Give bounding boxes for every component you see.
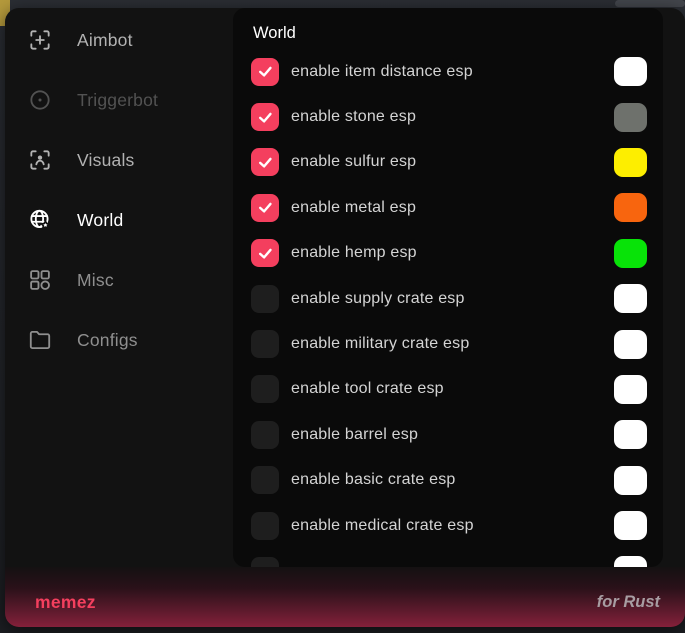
misc-icon [27,267,53,293]
esp-checkbox[interactable] [251,512,279,540]
esp-option-label: enable sulfur esp [291,153,416,171]
esp-color-swatch[interactable] [614,148,647,177]
esp-checkbox[interactable] [251,103,279,131]
esp-color-swatch[interactable] [614,330,647,359]
esp-option-row: enable hemp esp [251,231,647,276]
sidebar: Aimbot Triggerbot Visuals World Misc Con… [5,8,233,566]
sidebar-item-configs[interactable]: Configs [5,310,233,370]
sidebar-item-world[interactable]: World [5,190,233,250]
esp-option-label: enable metal esp [291,199,416,217]
screen: Aimbot Triggerbot Visuals World Misc Con… [0,0,685,633]
aimbot-icon [27,27,53,53]
esp-color-swatch[interactable] [614,239,647,268]
esp-option-row: enable sulfur esp [251,140,647,185]
esp-color-swatch[interactable] [614,284,647,313]
sidebar-item-aimbot[interactable]: Aimbot [5,10,233,70]
footer-tagline: for Rust [597,593,660,612]
sidebar-item-triggerbot[interactable]: Triggerbot [5,70,233,130]
world-icon [27,207,53,233]
esp-option-label: enable tool crate esp [291,380,444,398]
checkmark-icon [257,109,274,126]
esp-checkbox[interactable] [251,239,279,267]
checkmark-icon [257,63,274,80]
esp-checkbox[interactable] [251,466,279,494]
esp-option-row: enable item distance esp [251,49,647,94]
esp-checkbox[interactable] [251,421,279,449]
esp-option-row: enable supply crate esp [251,276,647,321]
visuals-icon [27,147,53,173]
esp-option-row [251,548,647,567]
page-title: World [253,24,647,43]
esp-option-label: enable barrel esp [291,426,418,444]
esp-option-row: enable basic crate esp [251,458,647,503]
esp-option-row: enable metal esp [251,185,647,230]
options-list: enable item distance esp enable stone es… [251,49,647,567]
esp-checkbox[interactable] [251,148,279,176]
esp-color-swatch[interactable] [614,193,647,222]
esp-option-row: enable tool crate esp [251,367,647,412]
sidebar-item-label: Triggerbot [77,90,158,111]
esp-option-label: enable basic crate esp [291,471,456,489]
esp-checkbox[interactable] [251,330,279,358]
esp-color-swatch[interactable] [614,556,647,567]
brand-logo-text: memez [35,592,96,613]
esp-checkbox[interactable] [251,557,279,567]
esp-option-row: enable medical crate esp [251,503,647,548]
esp-option-label: enable stone esp [291,108,416,126]
esp-checkbox[interactable] [251,58,279,86]
background-window-edge [615,0,685,7]
esp-option-row: enable stone esp [251,94,647,139]
sidebar-item-label: Aimbot [77,30,133,51]
sidebar-item-label: Visuals [77,150,135,171]
esp-color-swatch[interactable] [614,466,647,495]
sidebar-item-label: World [77,210,123,231]
esp-color-swatch[interactable] [614,420,647,449]
esp-option-label: enable medical crate esp [291,517,474,535]
esp-option-row: enable barrel esp [251,412,647,457]
esp-option-row: enable military crate esp [251,321,647,366]
esp-color-swatch[interactable] [614,103,647,132]
sidebar-item-label: Misc [77,270,114,291]
footer-bar: memez for Rust [5,567,685,627]
esp-color-swatch[interactable] [614,511,647,540]
esp-option-label: enable item distance esp [291,63,473,81]
cheat-menu-window: Aimbot Triggerbot Visuals World Misc Con… [5,8,685,627]
esp-option-label: enable hemp esp [291,244,417,262]
sidebar-item-visuals[interactable]: Visuals [5,130,233,190]
esp-option-label: enable supply crate esp [291,290,465,308]
triggerbot-icon [27,87,53,113]
esp-option-label: enable military crate esp [291,335,469,353]
sidebar-item-misc[interactable]: Misc [5,250,233,310]
sidebar-item-label: Configs [77,330,138,351]
esp-checkbox[interactable] [251,375,279,403]
checkmark-icon [257,245,274,262]
checkmark-icon [257,154,274,171]
esp-checkbox[interactable] [251,194,279,222]
esp-checkbox[interactable] [251,285,279,313]
configs-icon [27,327,53,353]
esp-color-swatch[interactable] [614,375,647,404]
esp-color-swatch[interactable] [614,57,647,86]
world-panel: World enable item distance esp enable st… [233,8,663,567]
checkmark-icon [257,199,274,216]
